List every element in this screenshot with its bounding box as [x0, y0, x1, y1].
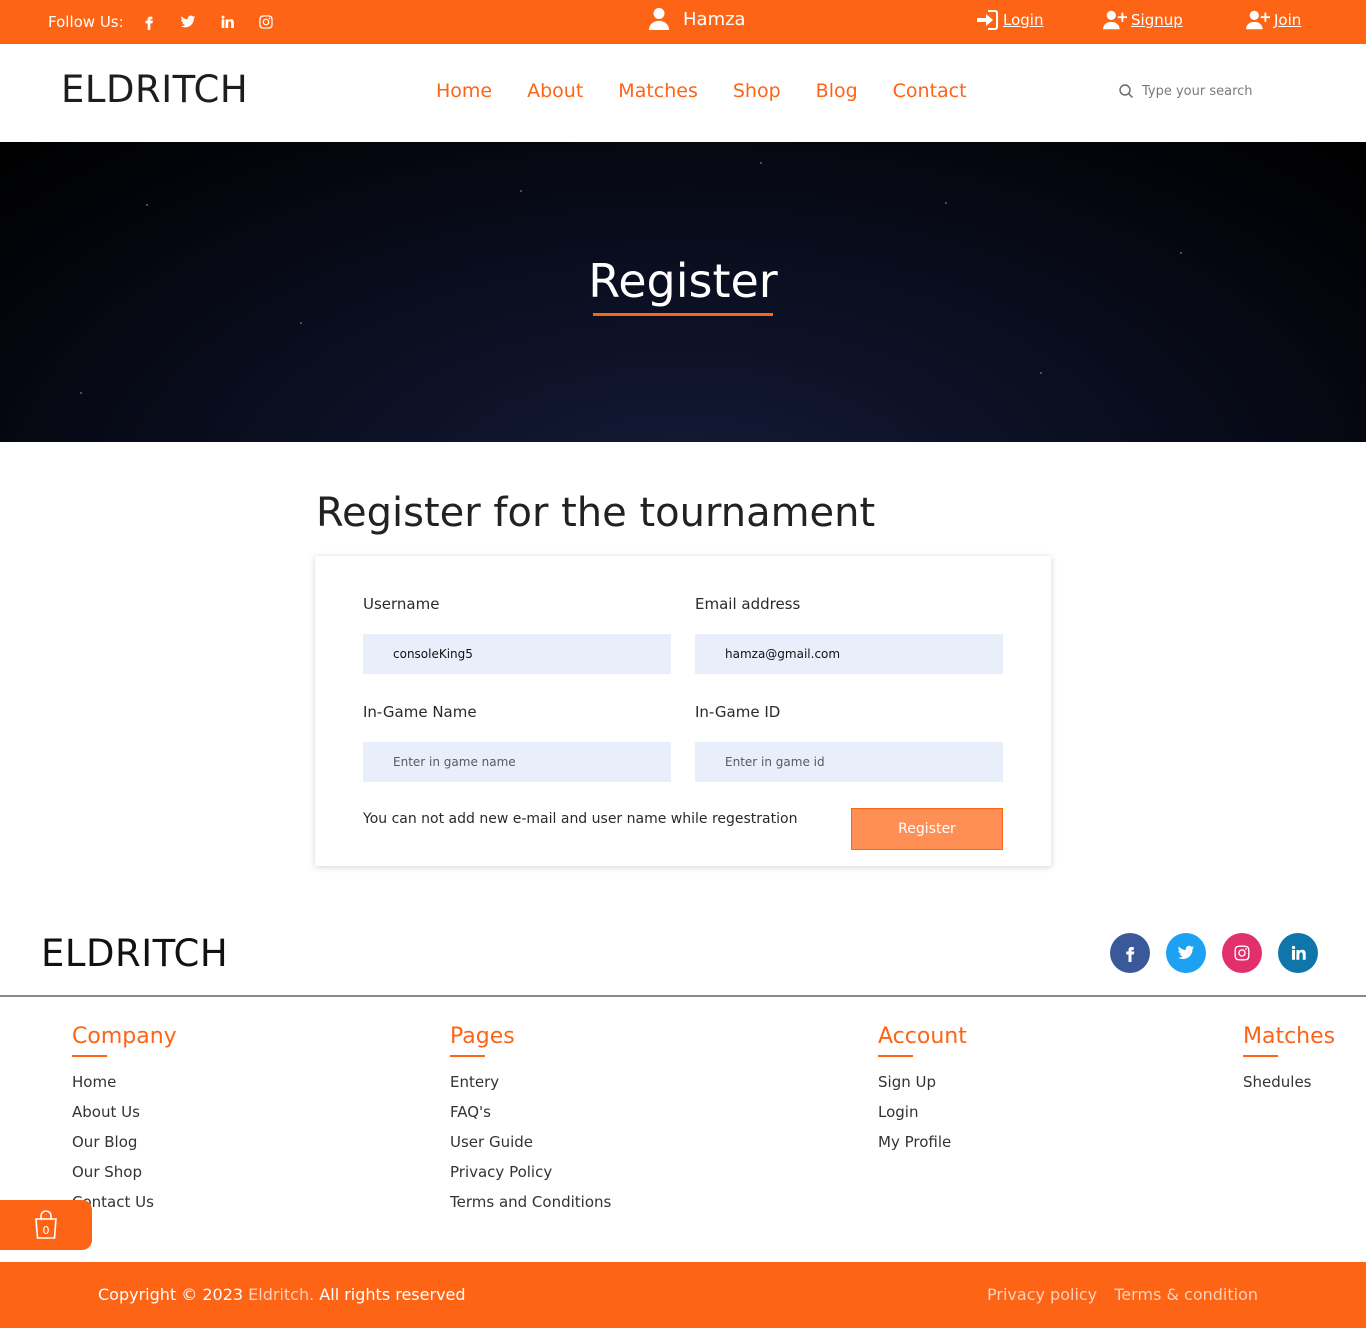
star	[300, 322, 302, 324]
follow-us-label: Follow Us:	[48, 13, 124, 31]
ign-label: In-Game Name	[363, 703, 477, 721]
footer-link-my-profile[interactable]: My Profile	[878, 1127, 967, 1157]
star	[1040, 372, 1042, 374]
star	[520, 190, 522, 192]
footer-column-title: Account	[878, 1024, 967, 1049]
user-plus-icon	[1246, 10, 1270, 30]
footer-divider	[0, 995, 1366, 997]
title-underline	[878, 1055, 913, 1057]
page-title: Register	[588, 254, 778, 308]
star	[146, 204, 148, 206]
twitter-icon[interactable]	[173, 12, 203, 32]
footer-link-about[interactable]: About Us	[72, 1097, 177, 1127]
footer-logo[interactable]: ELDRITCH	[41, 932, 228, 975]
site-header: ELDRITCH Home About Matches Shop Blog Co…	[0, 44, 1366, 142]
ign-field[interactable]	[363, 742, 671, 782]
search-box	[1118, 83, 1282, 99]
join-label: Join	[1274, 11, 1302, 29]
signup-link[interactable]: Signup	[1103, 9, 1183, 31]
footer-column-title: Pages	[450, 1024, 515, 1049]
title-underline	[72, 1055, 107, 1057]
title-underline	[593, 313, 773, 316]
legal-links: Privacy policy Terms & condition	[975, 1285, 1258, 1304]
footer-link-terms[interactable]: Terms and Conditions	[450, 1187, 611, 1217]
footer-link-user-guide[interactable]: User Guide	[450, 1127, 611, 1157]
footer-link-shop[interactable]: Our Shop	[72, 1157, 177, 1187]
user-icon	[648, 8, 670, 30]
title-underline	[1243, 1055, 1278, 1057]
footer-column-pages: Pages Entery FAQ's User Guide Privacy Po…	[450, 1024, 611, 1217]
form-note: You can not add new e-mail and user name…	[363, 811, 798, 827]
footer-instagram-icon[interactable]	[1222, 933, 1262, 973]
footer-link-entery[interactable]: Entery	[450, 1067, 611, 1097]
nav-shop[interactable]: Shop	[733, 80, 781, 102]
user-plus-icon	[1103, 10, 1127, 30]
star	[760, 162, 762, 164]
search-input[interactable]	[1142, 83, 1282, 99]
follow-us: Follow Us:	[48, 12, 290, 32]
cart-count: 0	[43, 1224, 50, 1237]
username-label: Username	[363, 595, 440, 613]
footer-twitter-icon[interactable]	[1166, 933, 1206, 973]
footer-column-title: Company	[72, 1024, 177, 1049]
site-logo[interactable]: ELDRITCH	[61, 68, 248, 111]
footer-link-faqs[interactable]: FAQ's	[450, 1097, 611, 1127]
join-link[interactable]: Join	[1246, 9, 1301, 31]
nav-home[interactable]: Home	[436, 80, 492, 102]
user-name: Hamza	[683, 8, 746, 30]
footer-link-blog[interactable]: Our Blog	[72, 1127, 177, 1157]
facebook-icon[interactable]	[134, 12, 164, 32]
copyright: Copyright © 2023 Eldritch. All rights re…	[98, 1285, 466, 1304]
copyright-brand[interactable]: Eldritch.	[248, 1285, 314, 1304]
instagram-icon[interactable]	[251, 12, 281, 32]
shopping-bag-icon: 0	[35, 1210, 57, 1239]
main-nav: Home About Matches Shop Blog Contact	[436, 80, 1002, 102]
star	[80, 392, 82, 394]
login-link[interactable]: Login	[975, 9, 1043, 31]
linkedin-icon[interactable]	[212, 12, 242, 32]
sign-in-icon	[977, 10, 998, 30]
current-user[interactable]: Hamza	[648, 7, 746, 31]
email-field[interactable]	[695, 634, 1003, 674]
footer-linkedin-icon[interactable]	[1278, 933, 1318, 973]
login-label: Login	[1003, 11, 1044, 29]
copyright-suffix: All rights reserved	[319, 1285, 466, 1304]
nav-blog[interactable]: Blog	[816, 80, 858, 102]
footer-link-home[interactable]: Home	[72, 1067, 177, 1097]
cart-button[interactable]: 0	[0, 1200, 92, 1250]
footer-column-account: Account Sign Up Login My Profile	[878, 1024, 967, 1157]
form-heading: Register for the tournament	[316, 490, 876, 536]
footer-link-schedules[interactable]: Shedules	[1243, 1067, 1335, 1097]
footer-link-sign-up[interactable]: Sign Up	[878, 1067, 967, 1097]
star	[945, 202, 947, 204]
igid-label: In-Game ID	[695, 703, 781, 721]
username-field[interactable]	[363, 634, 671, 674]
register-button[interactable]: Register	[851, 808, 1003, 850]
terms-condition-link[interactable]: Terms & condition	[1114, 1285, 1258, 1304]
igid-field[interactable]	[695, 742, 1003, 782]
register-form: Username Email address In-Game Name In-G…	[315, 556, 1051, 866]
signup-label: Signup	[1131, 11, 1183, 29]
bottom-bar: Copyright © 2023 Eldritch. All rights re…	[0, 1262, 1366, 1328]
email-label: Email address	[695, 595, 801, 613]
footer-link-login[interactable]: Login	[878, 1097, 967, 1127]
footer-column-company: Company Home About Us Our Blog Our Shop …	[72, 1024, 177, 1217]
search-icon[interactable]	[1118, 83, 1134, 99]
nav-contact[interactable]: Contact	[893, 80, 967, 102]
copyright-prefix: Copyright © 2023	[98, 1285, 244, 1304]
footer-column-matches: Matches Shedules	[1243, 1024, 1335, 1097]
top-bar: Follow Us: Hamza Login Signup Join	[0, 0, 1366, 44]
privacy-policy-link[interactable]: Privacy policy	[987, 1285, 1097, 1304]
nav-matches[interactable]: Matches	[618, 80, 698, 102]
footer-link-privacy-policy[interactable]: Privacy Policy	[450, 1157, 611, 1187]
footer-facebook-icon[interactable]	[1110, 933, 1150, 973]
footer-column-title: Matches	[1243, 1024, 1336, 1049]
nav-about[interactable]: About	[527, 80, 583, 102]
hero-banner: Register	[0, 142, 1366, 442]
title-underline	[450, 1055, 485, 1057]
